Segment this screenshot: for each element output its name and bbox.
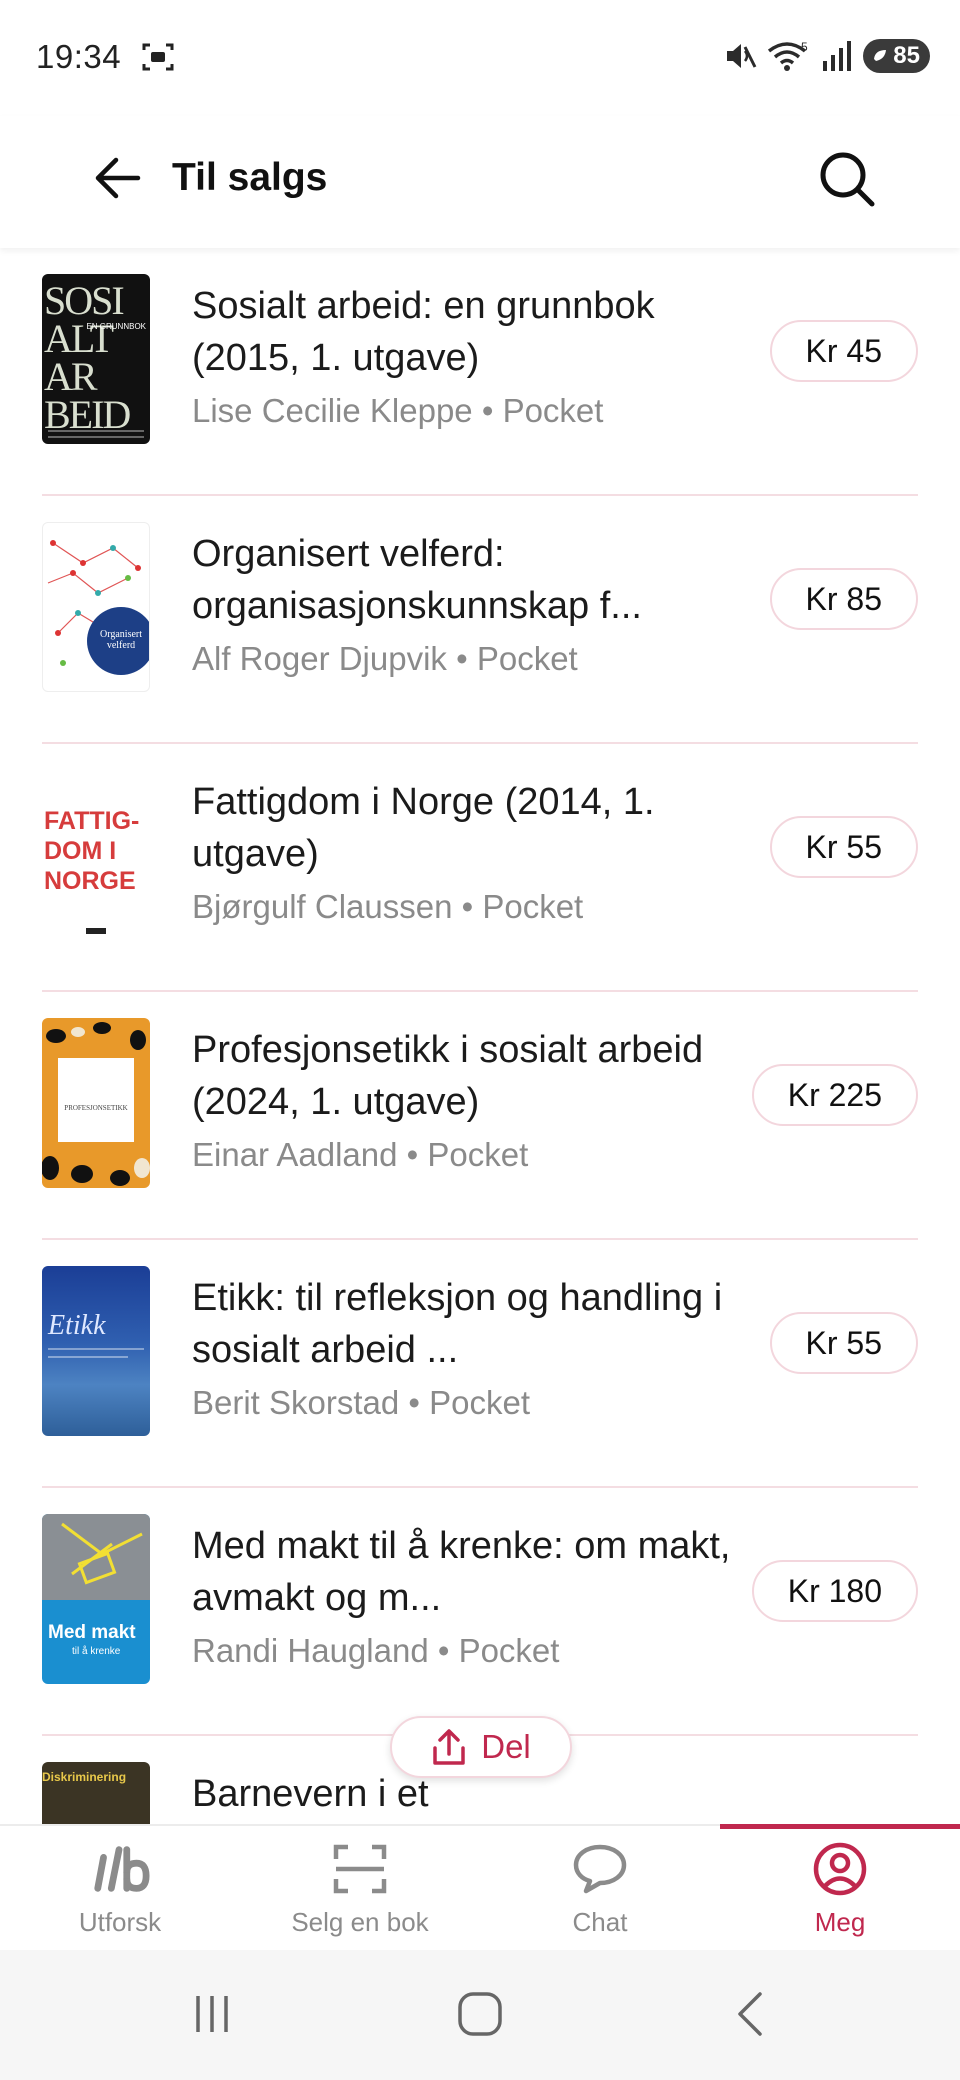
book-author: Alf Roger Djupvik [192,640,447,677]
nav-label: Chat [572,1906,628,1937]
cover-title: Organisert velferd [99,629,143,651]
charging-icon [874,50,887,61]
system-back-button[interactable] [710,1984,790,2044]
wifi-icon: 5 [768,40,808,71]
book-title: Sosialt arbeid: en grunnbok (2015, 1. ut… [192,285,655,379]
recents-icon [196,1996,228,2032]
search-button[interactable] [812,144,882,214]
home-button[interactable] [440,1984,520,2044]
mute-icon [727,44,757,68]
cover-title: SOSI ALT AR BEID [44,278,131,437]
app-bar: Til salgs [0,116,960,248]
book-title: Profesjonsetikk i sosialt arbeid (2024, … [192,1029,704,1123]
book-meta: Bjørgulf Claussen • Pocket [192,888,584,925]
book-format: Pocket [476,640,578,677]
cover-pattern [47,540,149,675]
home-icon [458,1992,502,2036]
book-cover: Diskriminering [42,1762,150,1824]
svg-text:5: 5 [801,40,808,54]
logo-icon [90,1841,150,1897]
book-cover: Etikk [42,1266,150,1436]
signal-icon [823,41,852,71]
status-time: 19:34 [36,38,122,75]
nav-tab-utforsk[interactable]: Utforsk [0,1826,240,1952]
list-item[interactable]: FATTIG- DOM I NORGE Fattigdom i Norge (2… [42,744,918,992]
cover-title: PROFESJONSETIKK [64,1104,128,1112]
cover-subtitle: til å krenke [72,1646,121,1657]
price-badge[interactable]: Kr 85 [769,568,918,630]
book-format: Pocket [502,392,604,429]
nav-label: Meg [814,1906,866,1937]
book-author: Bjørgulf Claussen [192,888,453,925]
book-format: Pocket [458,1632,560,1669]
list-item[interactable]: SOSI ALT AR BEID EN GRUNNBOK Sosialt arb… [42,248,918,496]
book-author: Einar Aadland [192,1136,398,1173]
book-meta: Randi Haugland • Pocket [192,1632,560,1669]
cover-pattern [42,1022,150,1186]
cover-title: Diskriminering [42,1770,127,1784]
cover-title: Med makt [48,1622,136,1643]
cover-title: Etikk [48,1310,106,1341]
book-title: Fattigdom i Norge (2014, 1. utgave) [192,781,655,875]
book-format: Pocket [482,888,584,925]
scan-icon [330,1841,390,1897]
book-author: Berit Skorstad [192,1384,400,1421]
cover-title: FATTIG- DOM I NORGE [44,807,140,895]
back-button[interactable] [88,148,148,208]
list-item[interactable]: Med makt til å krenke Med makt til å kre… [42,1488,918,1736]
list-item[interactable]: Organisert velferd Organisert velferd: o… [42,496,918,744]
battery-level: 85 [893,42,920,69]
list-item[interactable]: PROFESJONSETIKK Profesjonsetikk i sosial… [42,992,918,1240]
share-icon [433,1729,465,1765]
nav-label: Utforsk [78,1906,162,1937]
book-cover: FATTIG- DOM I NORGE [42,770,150,940]
book-author: Lise Cecilie Kleppe [192,392,473,429]
price-badge[interactable]: Kr 45 [769,320,918,382]
book-format: Pocket [427,1136,529,1173]
cover-subtitle: EN GRUNNBOK [86,322,146,331]
share-button[interactable]: Del [390,1716,572,1778]
system-nav-bar [0,1950,960,2080]
list-item[interactable]: Etikk Etikk: til refleksjon og handling … [42,1240,918,1488]
cover-pattern [61,1522,143,1585]
book-meta: Einar Aadland • Pocket [192,1136,529,1173]
book-meta: Alf Roger Djupvik • Pocket [192,640,578,677]
nav-tab-meg[interactable]: Meg [720,1824,960,1952]
book-author: Randi Haugland [192,1632,429,1669]
chat-bubble-icon [570,1841,630,1897]
nav-label: Selg en bok [291,1906,429,1937]
book-title: Etikk: til refleksjon og handling i sosi… [192,1277,723,1371]
share-label: Del [481,1728,531,1765]
book-format: Pocket [429,1384,531,1421]
recent-apps-button[interactable] [172,1984,252,2044]
book-cover: PROFESJONSETIKK [42,1018,150,1188]
status-icons: 5 85 [723,36,930,76]
book-meta: Berit Skorstad • Pocket [192,1384,531,1421]
book-cover: SOSI ALT AR BEID EN GRUNNBOK [42,274,150,444]
battery-indicator: 85 [863,39,930,73]
book-meta: Lise Cecilie Kleppe • Pocket [192,392,604,429]
search-icon [820,152,875,207]
nav-tab-chat[interactable]: Chat [480,1826,720,1952]
nav-tab-selg-en-bok[interactable]: Selg en bok [240,1826,480,1952]
arrow-left-icon [95,157,141,199]
profile-icon [810,1841,870,1897]
bottom-nav: Utforsk Selg en bok Chat Meg [0,1824,960,1950]
book-cover: Organisert velferd [42,522,150,692]
book-list[interactable]: SOSI ALT AR BEID EN GRUNNBOK Sosialt arb… [0,248,960,1824]
price-badge[interactable]: Kr 55 [769,1312,918,1374]
screen-record-icon [142,43,174,71]
price-badge[interactable]: Kr 55 [769,816,918,878]
price-badge[interactable]: Kr 225 [751,1064,918,1126]
book-cover: Med makt til å krenke [42,1514,150,1684]
status-bar: 19:34 5 85 [0,0,960,116]
book-title: Med makt til å krenke: om makt, avmakt o… [192,1525,731,1619]
book-title: Organisert velferd: organisasjonskunnska… [192,533,642,627]
price-badge[interactable]: Kr 180 [751,1560,918,1622]
chevron-left-icon [738,1992,762,2036]
page-title: Til salgs [172,156,328,199]
